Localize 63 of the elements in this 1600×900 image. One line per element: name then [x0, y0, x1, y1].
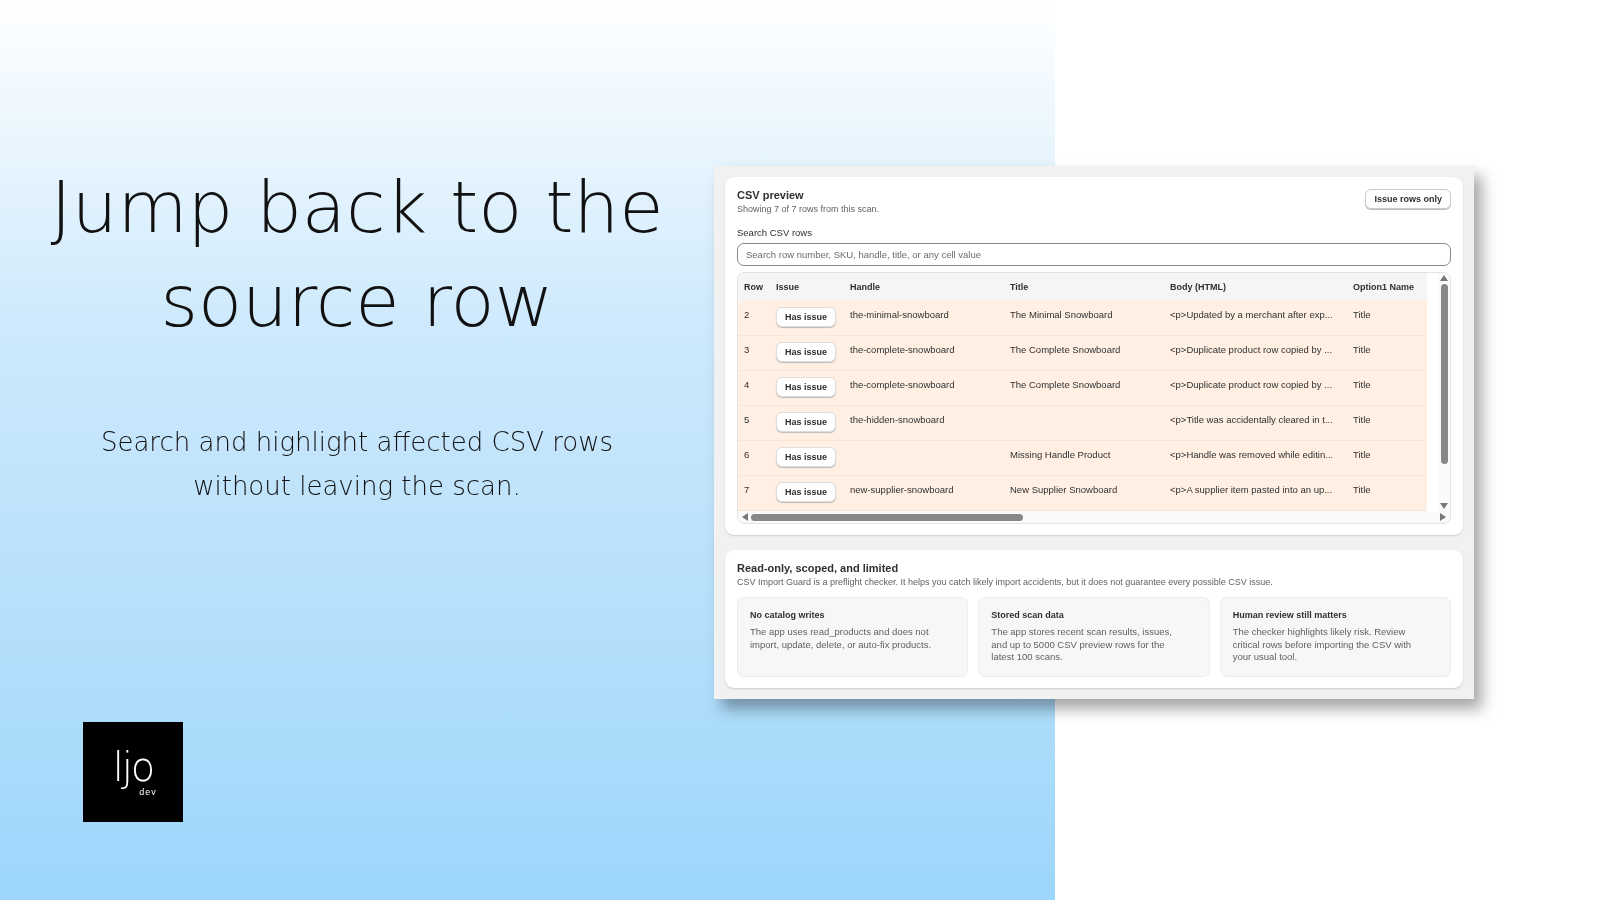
table-cell: <p>A supplier item pasted into an up... — [1164, 476, 1347, 511]
scroll-down-icon[interactable] — [1440, 503, 1448, 509]
table-cell: 3 — [738, 336, 770, 371]
card-title: Read-only, scoped, and limited — [737, 562, 900, 574]
table-cell: <p>Duplicate product row copied by ... — [1164, 371, 1347, 406]
column-header: Title — [1004, 273, 1164, 301]
table-cell: <p>Handle was removed while editin... — [1164, 441, 1347, 476]
table-cell: Title — [1347, 336, 1427, 371]
table-cell: The Minimal Snowboard — [1004, 301, 1164, 336]
table-cell: Title — [1347, 301, 1427, 336]
column-header: Body (HTML) — [1164, 273, 1347, 301]
table-cell: the-minimal-snowboard — [844, 301, 1004, 336]
headline: Jump back to the source row — [49, 164, 665, 345]
table-cell: <p>Updated by a merchant after exp... — [1164, 301, 1347, 336]
scroll-right-icon[interactable] — [1440, 513, 1446, 521]
table-cell: 4 — [738, 371, 770, 406]
info-title: Human review still matters — [1232, 610, 1348, 620]
table-cell: 6 — [738, 441, 770, 476]
table-cell: New Supplier Snowboard — [1004, 476, 1164, 511]
table-cell: 2 — [738, 301, 770, 336]
card-subtitle: Showing 7 of 7 rows from this scan. — [737, 204, 880, 214]
info-title: No catalog writes — [750, 610, 826, 620]
horizontal-scrollbar[interactable] — [738, 511, 1450, 523]
table-cell: Title — [1347, 441, 1427, 476]
issue-badge[interactable]: Has issue — [776, 447, 837, 467]
column-header: Option1 Name — [1347, 273, 1427, 301]
column-header: Issue — [770, 273, 844, 301]
filter-button[interactable]: Issue rows only — [1365, 189, 1451, 209]
issue-badge[interactable]: Has issue — [776, 342, 837, 362]
scroll-up-icon[interactable] — [1440, 275, 1448, 281]
info-title: Stored scan data — [991, 610, 1065, 620]
info-text: The app uses read_products and does not import, update, delete, or auto-fix products. — [750, 626, 933, 651]
scroll-left-icon[interactable] — [742, 513, 748, 521]
table-cell: Title — [1347, 371, 1427, 406]
issue-badge[interactable]: Has issue — [776, 412, 837, 432]
column-header: Handle — [844, 273, 1004, 301]
table-cell: The Complete Snowboard — [1004, 371, 1164, 406]
table-cell: the-complete-snowboard — [844, 371, 1004, 406]
search-field[interactable]: Search row number, SKU, handle, title, or any cell value — [737, 243, 1451, 266]
issue-badge[interactable]: Has issue — [776, 482, 837, 502]
table-cell: Missing Handle Product — [1004, 441, 1164, 476]
vertical-scrollbar[interactable] — [1438, 273, 1450, 511]
table-cell: the-hidden-snowboard — [844, 406, 1004, 441]
table-cell: the-complete-snowboard — [844, 336, 1004, 371]
card-title: CSV preview — [737, 189, 805, 201]
info-text: The checker highlights likely risk. Review critical rows before importing the CSV with your usual tool. — [1232, 626, 1413, 664]
table-cell: The Complete Snowboard — [1004, 336, 1164, 371]
table-cell: new-supplier-snowboard — [844, 476, 1004, 511]
card-text: CSV Import Guard is a preflight checker. It helps you catch likely import accidents, but it does not guarantee every possible CSV issue. — [737, 577, 1274, 587]
column-header: Row — [738, 273, 770, 301]
subtitle: Search and highlight affected CSV rows without leaving the scan. — [99, 426, 615, 503]
logo-mark: ljo — [112, 747, 154, 787]
table-cell: Title — [1347, 476, 1427, 511]
search-label: Search CSV rows — [737, 227, 813, 238]
table-cell: <p>Title was accidentally cleared in t... — [1164, 406, 1347, 441]
table-cell: Title — [1347, 406, 1427, 441]
table-cell: 7 — [738, 476, 770, 511]
table-cell: <p>Duplicate product row copied by ... — [1164, 336, 1347, 371]
issue-badge[interactable]: Has issue — [776, 377, 837, 397]
issue-badge[interactable]: Has issue — [776, 307, 837, 327]
logo-caption: dev — [139, 787, 157, 797]
info-text: The app stores recent scan results, issues, and up to 5000 CSV preview rows for the latest 100 scans. — [991, 626, 1173, 664]
table-cell: 5 — [738, 406, 770, 441]
